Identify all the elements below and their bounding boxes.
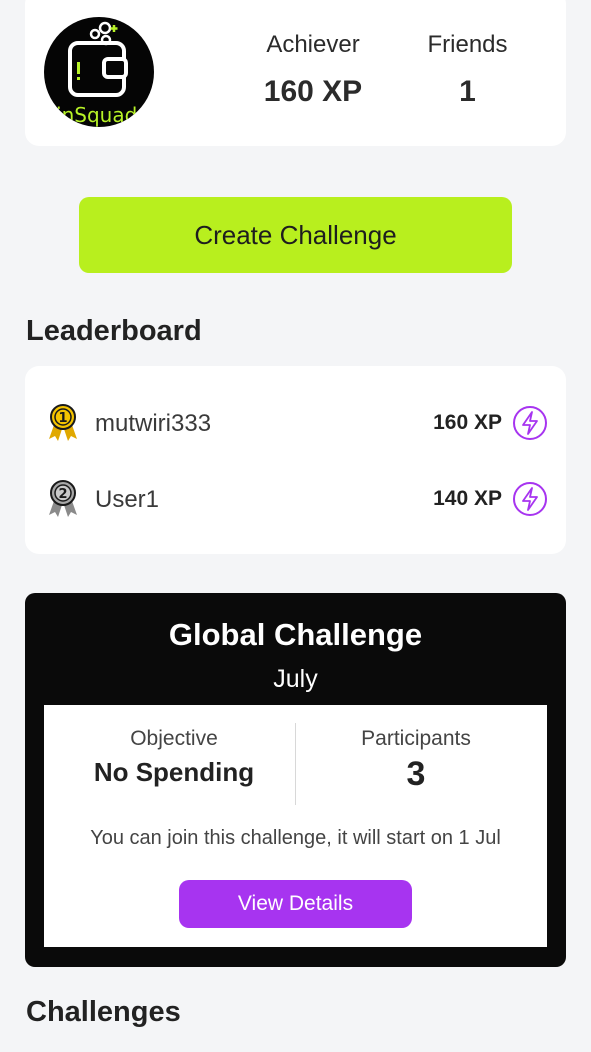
xp-value: 160 XP	[263, 75, 363, 108]
friends-stat[interactable]: Friends 1	[410, 31, 525, 109]
avatar-text: FinSquad	[46, 103, 138, 127]
leaderboard-name: User1	[95, 486, 160, 513]
leaderboard-xp: 160 XP	[433, 411, 502, 434]
global-challenge-title: Global Challenge	[168, 617, 423, 652]
objective-label: Objective	[130, 727, 218, 750]
profile-card: FinSquad Achiever 160 XP Friends 1	[25, 0, 566, 146]
silver-medal-icon: 2	[49, 480, 77, 517]
friends-label: Friends	[427, 31, 508, 58]
participants-block: Participants 3	[306, 727, 526, 794]
xp-stat: Achiever 160 XP	[233, 31, 393, 109]
svg-text:2: 2	[58, 487, 67, 502]
participants-value: 3	[406, 755, 426, 793]
svg-text:1: 1	[58, 411, 67, 426]
lightning-icon	[513, 406, 547, 440]
level-label: Achiever	[266, 31, 360, 58]
leaderboard-card: 1 mutwiri333 160 XP 2 User1 140 XP	[25, 366, 566, 554]
challenges-title: Challenges	[26, 996, 181, 1028]
lightning-icon	[513, 482, 547, 516]
gold-medal-icon: 1	[49, 404, 77, 441]
create-challenge-button[interactable]: Create Challenge	[79, 197, 512, 273]
leaderboard-xp: 140 XP	[433, 487, 502, 510]
view-details-button[interactable]: View Details	[179, 880, 412, 928]
leaderboard-name: mutwiri333	[95, 410, 212, 437]
avatar[interactable]: FinSquad	[44, 17, 154, 127]
column-divider	[295, 723, 296, 805]
app-screen: FinSquad Achiever 160 XP Friends 1 Creat…	[0, 0, 591, 1052]
global-challenge-card: Global Challenge July Objective No Spend…	[25, 593, 566, 967]
global-challenge-month: July	[273, 665, 318, 693]
leaderboard-row[interactable]: 2 User1 140 XP	[25, 479, 566, 519]
leaderboard-title: Leaderboard	[26, 315, 202, 347]
objective-value: No Spending	[93, 757, 255, 787]
friends-value: 1	[459, 75, 476, 108]
objective-block: Objective No Spending	[64, 727, 284, 788]
participants-label: Participants	[361, 727, 471, 750]
join-info-text: You can join this challenge, it will sta…	[90, 827, 501, 849]
leaderboard-row[interactable]: 1 mutwiri333 160 XP	[25, 403, 566, 443]
global-challenge-details: Objective No Spending Participants 3 You…	[44, 705, 547, 947]
